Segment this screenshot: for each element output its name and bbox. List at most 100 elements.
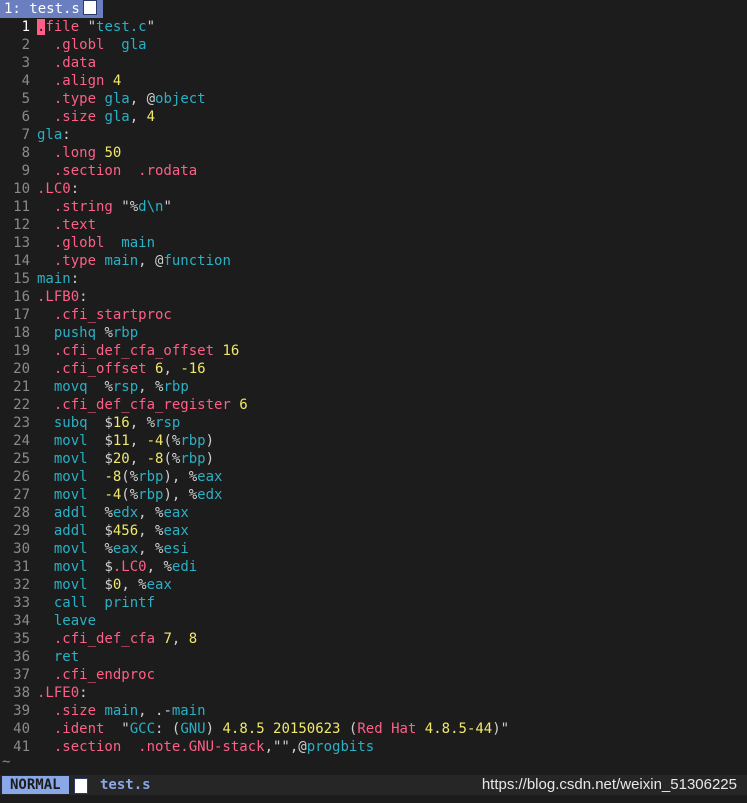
code-line[interactable]: 23 subq $16, %rsp xyxy=(0,414,747,432)
code-line[interactable]: 31 movl $.LC0, %edi xyxy=(0,558,747,576)
line-number: 33 xyxy=(13,595,30,611)
code-line[interactable]: 9 .section .rodata xyxy=(0,162,747,180)
line-number: 28 xyxy=(13,505,30,521)
line-code: addl $456, %eax xyxy=(37,522,189,540)
code-token: .size xyxy=(53,703,105,719)
code-token: .long xyxy=(53,145,105,161)
code-line[interactable]: 32 movl $0, %eax xyxy=(0,576,747,594)
line-number: 21 xyxy=(13,379,30,395)
code-line[interactable]: 16 .LFB0: xyxy=(0,288,747,306)
code-line[interactable]: 2 .globl gla xyxy=(0,36,747,54)
code-token: gla xyxy=(104,109,130,125)
line-number: 27 xyxy=(13,487,30,503)
line-number: 37 xyxy=(13,667,30,683)
code-line[interactable]: 1 .file "test.c" xyxy=(0,18,747,36)
line-code: .LFE0: xyxy=(37,684,88,702)
code-token: -4 xyxy=(104,487,122,503)
code-token: rsp xyxy=(112,379,139,395)
line-number: 17 xyxy=(13,307,30,323)
line-number: 36 xyxy=(13,649,30,665)
line-code: .section .rodata xyxy=(37,162,197,180)
line-number: 39 xyxy=(13,703,30,719)
line-code: movl $0, %eax xyxy=(37,576,172,594)
mode-indicator: NORMAL xyxy=(2,776,69,794)
code-token: $ xyxy=(104,451,113,467)
code-token: 7 xyxy=(163,631,172,647)
code-token: ), % xyxy=(163,469,198,485)
code-line[interactable]: 12 .text xyxy=(0,216,747,234)
code-line[interactable]: 40 .ident "GCC: (GNU) 4.8.5 20150623 (Re… xyxy=(0,720,747,738)
code-line[interactable]: 14 .type main, @function xyxy=(0,252,747,270)
code-line[interactable]: 18 pushq %rbp xyxy=(0,324,747,342)
code-token: leave xyxy=(53,613,97,629)
code-token: Red Hat xyxy=(357,721,425,737)
code-token: .section .rodata xyxy=(53,163,198,179)
tab-test-s[interactable]: 1: test.s xyxy=(0,0,103,18)
code-line[interactable]: 24 movl $11, -4(%rbp) xyxy=(0,432,747,450)
code-token: d xyxy=(138,199,147,215)
code-token: ) xyxy=(205,451,215,467)
line-number: 12 xyxy=(13,217,30,233)
code-token: .size xyxy=(53,109,105,125)
code-line[interactable]: 22 .cfi_def_cfa_register 6 xyxy=(0,396,747,414)
code-token: movl xyxy=(53,577,105,593)
code-line[interactable]: 4 .align 4 xyxy=(0,72,747,90)
code-line[interactable]: 3 .data xyxy=(0,54,747,72)
code-token: , @ xyxy=(138,253,164,269)
code-line[interactable]: 26 movl -8(%rbp), %eax xyxy=(0,468,747,486)
line-code: .cfi_offset 6, -16 xyxy=(37,360,206,378)
code-line[interactable]: 15 main: xyxy=(0,270,747,288)
line-code: .file "test.c" xyxy=(37,18,155,36)
code-line[interactable]: 19 .cfi_def_cfa_offset 16 xyxy=(0,342,747,360)
code-line[interactable]: 39 .size main, .-main xyxy=(0,702,747,720)
code-token: rsp xyxy=(155,415,181,431)
code-line[interactable]: 28 addl %edx, %eax xyxy=(0,504,747,522)
code-token: : xyxy=(70,181,80,197)
code-line[interactable]: 30 movl %eax, %esi xyxy=(0,540,747,558)
code-token: GCC xyxy=(129,721,156,737)
code-line[interactable]: 25 movl $20, -8(%rbp) xyxy=(0,450,747,468)
code-line[interactable]: 35 .cfi_def_cfa 7, 8 xyxy=(0,630,747,648)
code-token: (% xyxy=(121,487,139,503)
code-line[interactable]: 10 .LC0: xyxy=(0,180,747,198)
editor-buffer[interactable]: 1 .file "test.c" 2 .globl gla 3 .data 4 .ali… xyxy=(0,18,747,764)
code-token: .LFB0 xyxy=(37,289,80,305)
code-token: movq xyxy=(53,379,105,395)
code-line[interactable]: 41 .section .note.GNU-stack,"",@progbits xyxy=(0,738,747,756)
code-line[interactable]: 36 ret xyxy=(0,648,747,666)
code-line[interactable]: 8 .long 50 xyxy=(0,144,747,162)
code-token: .ident xyxy=(53,721,122,737)
code-line[interactable]: 37 .cfi_endproc xyxy=(0,666,747,684)
code-line[interactable]: 5 .type gla, @object xyxy=(0,90,747,108)
code-line[interactable]: 17 .cfi_startproc xyxy=(0,306,747,324)
code-line[interactable]: 7 gla: xyxy=(0,126,747,144)
code-token: $ xyxy=(104,559,113,575)
code-token: gla xyxy=(104,91,130,107)
line-code: .text xyxy=(37,216,96,234)
code-line[interactable]: 33 call printf xyxy=(0,594,747,612)
code-token: .cfi_endproc xyxy=(53,667,156,683)
code-token: -16 xyxy=(180,361,206,377)
code-line[interactable]: 6 .size gla, 4 xyxy=(0,108,747,126)
code-line[interactable]: 11 .string "%d\n" xyxy=(0,198,747,216)
code-line[interactable]: 13 .globl main xyxy=(0,234,747,252)
code-token: .LFE0 xyxy=(37,685,80,701)
line-number: 16 xyxy=(13,289,30,305)
code-line[interactable]: 29 addl $456, %eax xyxy=(0,522,747,540)
code-line[interactable]: 38 .LFE0: xyxy=(0,684,747,702)
code-token: \n xyxy=(146,199,164,215)
code-line[interactable]: 20 .cfi_offset 6, -16 xyxy=(0,360,747,378)
code-line[interactable]: 21 movq %rsp, %rbp xyxy=(0,378,747,396)
code-line[interactable]: 34 leave xyxy=(0,612,747,630)
line-number: 15 xyxy=(13,271,30,287)
code-line[interactable]: 27 movl -4(%rbp), %edx xyxy=(0,486,747,504)
